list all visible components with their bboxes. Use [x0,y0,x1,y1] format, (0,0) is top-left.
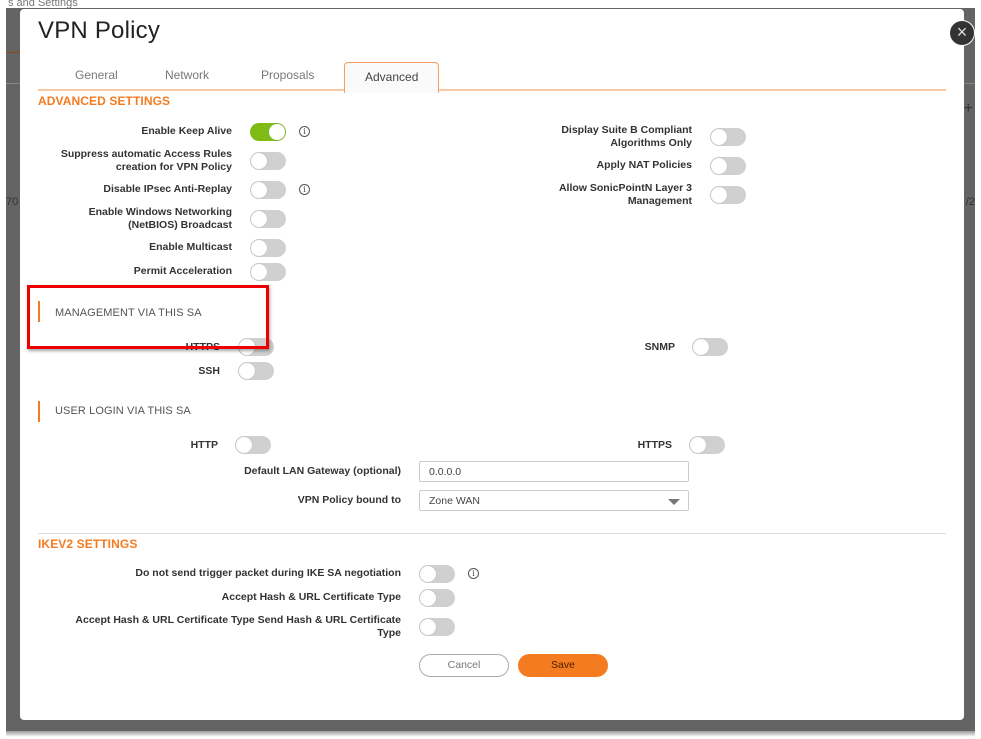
label-line: Suppress automatic Access Rules [60,148,232,160]
user-login-http-label: HTTP [190,439,218,451]
accept-hash-url-label: Accept Hash & URL Certificate Type [221,591,401,603]
anti-replay-label: Disable IPsec Anti-Replay [103,183,232,195]
keep-alive-toggle[interactable] [250,123,286,141]
label-line: Enable Windows Networking [88,206,232,218]
sonicpoint-label: Allow SonicPointN Layer 3 Management [559,182,692,208]
backdrop-shadow [6,731,975,737]
multicast-toggle[interactable] [250,239,286,257]
ikev2-settings-heading: IKEV2 SETTINGS [38,537,138,551]
suppress-access-rules-toggle[interactable] [250,152,286,170]
info-icon[interactable]: i [468,568,479,579]
selected-value: Zone WAN [429,495,480,507]
user-login-http-toggle[interactable] [235,436,271,454]
default-lan-gateway-input[interactable]: 0.0.0.0 [419,461,689,482]
nat-policies-toggle[interactable] [710,157,746,175]
backdrop-divider [6,83,20,84]
label-line: Management [627,195,692,207]
label-line: Accept Hash & URL Certificate Type Send … [75,614,401,626]
vpn-policy-bound-label: VPN Policy bound to [297,494,401,506]
accept-hash-url-toggle[interactable] [419,589,455,607]
user-login-https-toggle[interactable] [689,436,725,454]
accept-send-hash-url-label: Accept Hash & URL Certificate Type Send … [75,614,401,640]
tab-network[interactable]: Network [165,68,209,82]
section-divider [38,533,946,534]
close-icon[interactable]: × [949,20,975,46]
sonicpoint-toggle[interactable] [710,186,746,204]
permit-acceleration-toggle[interactable] [250,263,286,281]
dialog-title: VPN Policy [38,17,161,44]
info-icon[interactable]: i [299,126,310,137]
permit-acceleration-label: Permit Acceleration [133,265,232,277]
label-line: (NetBIOS) Broadcast [128,219,232,231]
save-button[interactable]: Save [518,654,608,677]
tab-bar: General Network Proposals Advanced [38,62,946,93]
backdrop-fragment: 70 [6,196,19,208]
netbios-label: Enable Windows Networking (NetBIOS) Broa… [89,206,232,232]
user-login-heading: USER LOGIN VIA THIS SA [55,405,191,417]
chevron-down-icon [668,499,680,505]
management-snmp-label: SNMP [644,341,675,353]
suite-b-toggle[interactable] [710,128,746,146]
cancel-button[interactable]: Cancel [419,654,509,677]
section-accent-bar [38,401,40,422]
label-line: Display Suite B Compliant [561,124,692,136]
management-ssh-label: SSH [198,365,220,377]
user-login-https-label: HTTPS [637,439,672,451]
multicast-label: Enable Multicast [149,241,232,253]
suppress-access-rules-label: Suppress automatic Access Rules creation… [61,148,232,174]
backdrop-divider [963,83,975,84]
backdrop-fragment: /2 [965,196,975,208]
label-line: creation for VPN Policy [115,161,232,173]
management-snmp-toggle[interactable] [692,338,728,356]
tab-proposals[interactable]: Proposals [261,68,314,82]
suite-b-label: Display Suite B Compliant Algorithms Onl… [561,124,692,150]
tab-advanced[interactable]: Advanced [344,62,440,93]
backdrop-heading: s and Settings [8,0,78,9]
netbios-toggle[interactable] [250,210,286,228]
keep-alive-label: Enable Keep Alive [141,125,232,137]
backdrop-accent-line [6,52,20,53]
plus-icon: + [963,100,973,117]
nat-policies-label: Apply NAT Policies [596,159,693,171]
anti-replay-toggle[interactable] [250,181,286,199]
advanced-settings-heading: ADVANCED SETTINGS [38,94,171,108]
info-icon[interactable]: i [299,184,310,195]
management-https-toggle[interactable] [238,338,274,356]
label-line: Allow SonicPointN Layer 3 [558,182,692,194]
trigger-packet-label: Do not send trigger packet during IKE SA… [135,567,401,579]
management-ssh-toggle[interactable] [238,362,274,380]
trigger-packet-toggle[interactable] [419,565,455,583]
management-heading: MANAGEMENT VIA THIS SA [55,307,202,319]
label-line: Algorithms Only [610,137,692,149]
tab-general[interactable]: General [75,68,118,82]
vpn-policy-bound-select[interactable]: Zone WAN [419,490,689,511]
management-https-label: HTTPS [185,341,220,353]
vpn-policy-dialog: VPN Policy General Network Proposals Adv… [20,9,964,720]
section-accent-bar [38,301,40,322]
label-line: Type [377,627,401,639]
accept-send-hash-url-toggle[interactable] [419,618,455,636]
default-lan-gateway-label: Default LAN Gateway (optional) [244,465,401,477]
